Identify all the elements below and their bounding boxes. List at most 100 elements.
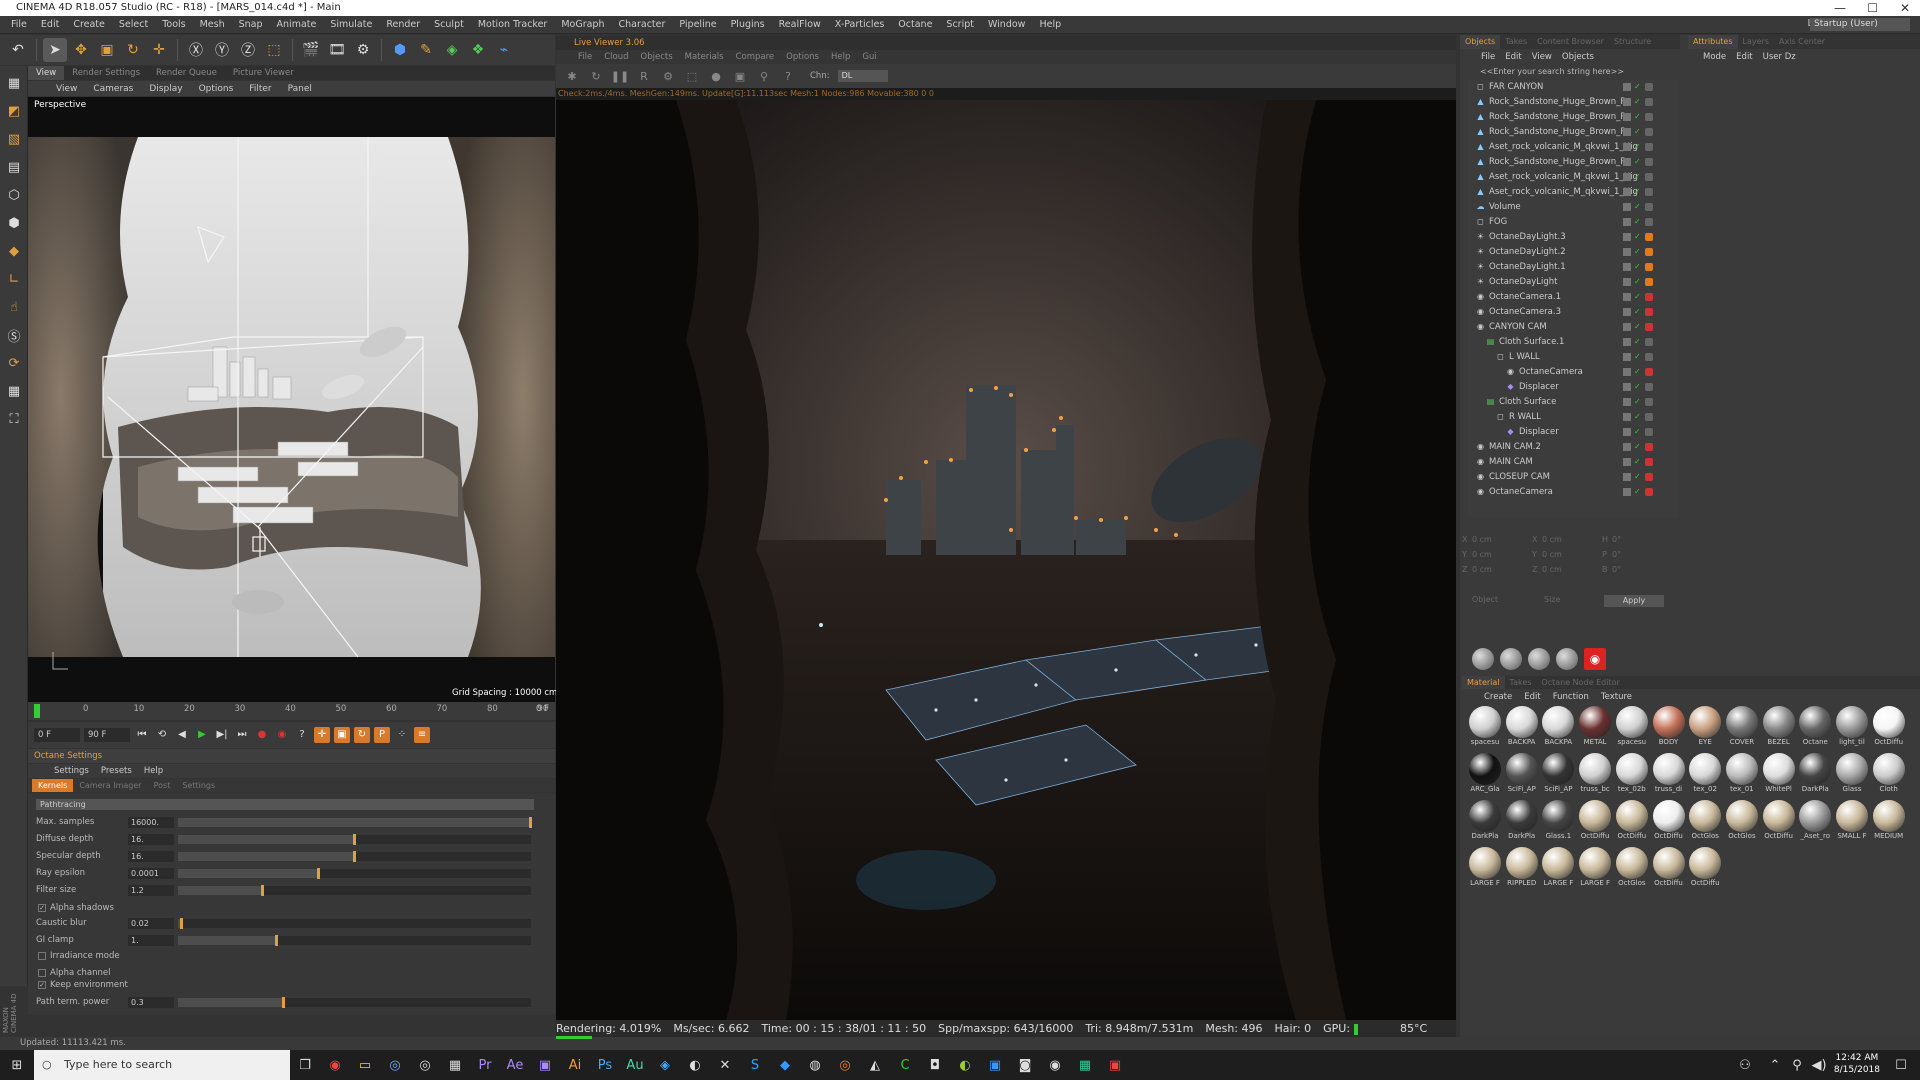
visibility-dot-icon[interactable] xyxy=(1623,98,1631,106)
app-icon[interactable]: ◆ xyxy=(770,1050,800,1080)
material-sphere-icon[interactable]: ● xyxy=(706,66,726,86)
octane-tab-kernels[interactable]: Kernels xyxy=(32,779,74,792)
select-arrow-icon[interactable]: ➤ xyxy=(43,38,67,62)
material-swatch[interactable]: METAL xyxy=(1578,706,1612,752)
workplane-icon[interactable]: ▤ xyxy=(3,156,25,178)
tag-icon[interactable] xyxy=(1645,128,1653,136)
visibility-dot-icon[interactable] xyxy=(1623,383,1631,391)
param-slider[interactable] xyxy=(178,816,532,828)
x-axis-icon[interactable]: Ⓧ xyxy=(184,38,208,62)
material-swatch[interactable]: BACKPA xyxy=(1505,706,1539,752)
material-preview-icon[interactable] xyxy=(1528,648,1550,670)
snap-icon[interactable]: Ⓢ xyxy=(3,324,25,346)
object-menu-file[interactable]: File xyxy=(1476,50,1500,64)
visibility-dot-icon[interactable] xyxy=(1623,413,1631,421)
apply-button[interactable]: Apply xyxy=(1604,595,1664,607)
y-axis-icon[interactable]: Ⓨ xyxy=(210,38,234,62)
material-menu-texture[interactable]: Texture xyxy=(1595,690,1638,704)
viewport-menu-cameras[interactable]: Cameras xyxy=(85,84,141,94)
object-row[interactable]: ☀ OctaneDayLight ✓ xyxy=(1468,275,1678,290)
enable-check-icon[interactable]: ✓ xyxy=(1634,323,1642,331)
checkbox-irradiance-mode[interactable]: Irradiance mode xyxy=(38,951,120,961)
coordinate-field[interactable]: 0 cm xyxy=(1542,535,1562,544)
app-icon[interactable]: ◎ xyxy=(830,1050,860,1080)
material-swatch[interactable]: ARC_Gla xyxy=(1468,753,1502,799)
coordinate-system-icon[interactable]: ⬚ xyxy=(262,38,286,62)
render-view-icon[interactable]: 🎬 xyxy=(299,38,323,62)
menu-item-window[interactable]: Window xyxy=(981,19,1032,30)
texture-mode-icon[interactable]: ▧ xyxy=(3,128,25,150)
material-swatch[interactable]: spacesu xyxy=(1468,706,1502,752)
undo-icon[interactable]: ↶ xyxy=(6,38,30,62)
help-icon[interactable]: ? xyxy=(778,66,798,86)
menu-item-character[interactable]: Character xyxy=(611,19,672,30)
visibility-dot-icon[interactable] xyxy=(1623,443,1631,451)
menu-item-pipeline[interactable]: Pipeline xyxy=(672,19,723,30)
enable-check-icon[interactable]: ✓ xyxy=(1634,473,1642,481)
play-icon[interactable]: ▶ xyxy=(194,727,210,743)
material-swatch[interactable]: OctDiffu xyxy=(1762,800,1796,846)
param-slider[interactable] xyxy=(178,917,531,929)
slider-handle[interactable] xyxy=(529,816,532,828)
app-icon[interactable]: ◘ xyxy=(920,1050,950,1080)
cinema4d-alt-icon[interactable]: ◎ xyxy=(410,1050,440,1080)
x-particles-icon[interactable]: ✕ xyxy=(710,1050,740,1080)
visibility-dot-icon[interactable] xyxy=(1623,323,1631,331)
material-swatch[interactable]: tex_01 xyxy=(1725,753,1759,799)
app-icon[interactable]: ◍ xyxy=(800,1050,830,1080)
slider-handle[interactable] xyxy=(352,850,356,862)
settings-icon[interactable]: ✱ xyxy=(562,66,582,86)
object-row[interactable]: ☁ Volume ✓ xyxy=(1468,200,1678,215)
tab-picture-viewer[interactable]: Picture Viewer xyxy=(225,66,302,80)
scale-icon[interactable]: ▣ xyxy=(95,38,119,62)
coordinate-field[interactable]: 0 cm xyxy=(1542,550,1562,559)
cube-icon[interactable]: ⬢ xyxy=(388,38,412,62)
attributes-menu-user-dz[interactable]: User Dz xyxy=(1758,50,1801,64)
make-editable-icon[interactable]: ▦ xyxy=(3,72,25,94)
tab-material[interactable]: Material xyxy=(1462,676,1505,689)
param-value-field[interactable]: 0.02 xyxy=(128,917,174,929)
param-value-field[interactable]: 16000. xyxy=(128,816,174,828)
timeline-ruler[interactable]: 0 10 20 30 40 50 60 70 80 90 0 F xyxy=(28,702,555,720)
viewport-menu-view[interactable]: View xyxy=(48,84,85,94)
menu-item-animate[interactable]: Animate xyxy=(270,19,324,30)
app-icon[interactable]: ▦ xyxy=(440,1050,470,1080)
windows-start-icon[interactable]: ⊞ xyxy=(2,1050,32,1080)
material-swatch[interactable]: DarkPla xyxy=(1468,800,1502,846)
visibility-dot-icon[interactable] xyxy=(1623,248,1631,256)
lock-icon[interactable]: ⬚ xyxy=(682,66,702,86)
visibility-dot-icon[interactable] xyxy=(1623,488,1631,496)
tag-icon[interactable] xyxy=(1645,353,1653,361)
menu-item-sculpt[interactable]: Sculpt xyxy=(427,19,471,30)
object-row[interactable]: ▲ Rock_Sandstone_Huge_Brown_Ro ✓ xyxy=(1468,95,1678,110)
enable-check-icon[interactable]: ✓ xyxy=(1634,443,1642,451)
timeline-end-field[interactable]: 0 F xyxy=(536,704,549,714)
pla-key-icon[interactable]: ⁘ xyxy=(394,727,410,743)
octane-tab-camera-imager[interactable]: Camera Imager xyxy=(73,779,147,792)
tag-icon[interactable] xyxy=(1645,143,1653,151)
render-picture-viewer-icon[interactable]: 🎞 xyxy=(325,38,349,62)
start-frame-field[interactable]: 0 F xyxy=(34,728,80,742)
checkbox-box[interactable]: ✓ xyxy=(38,903,46,912)
tab-view[interactable]: View xyxy=(28,66,65,80)
tag-icon[interactable] xyxy=(1645,443,1653,451)
material-preview-icon[interactable] xyxy=(1500,648,1522,670)
material-swatch[interactable]: WhitePl xyxy=(1762,753,1796,799)
material-swatch[interactable]: SciFi_AP xyxy=(1541,753,1575,799)
material-swatch[interactable]: Glass xyxy=(1835,753,1869,799)
autokey-icon[interactable]: ◉ xyxy=(274,727,290,743)
tab-takes[interactable]: Takes xyxy=(1500,35,1532,49)
coordinate-field[interactable]: 0° xyxy=(1612,550,1621,559)
object-row[interactable]: ▲ Rock_Sandstone_Huge_Brown_Ro ✓ xyxy=(1468,155,1678,170)
slider-handle[interactable] xyxy=(352,833,356,845)
app-icon[interactable]: ◉ xyxy=(1040,1050,1070,1080)
menu-item-script[interactable]: Script xyxy=(939,19,981,30)
visibility-dot-icon[interactable] xyxy=(1623,188,1631,196)
menu-item-plugins[interactable]: Plugins xyxy=(724,19,772,30)
live-viewer-menu-options[interactable]: Options xyxy=(780,50,825,64)
object-row[interactable]: ▲ Rock_Sandstone_Huge_Brown_Ro ✓ xyxy=(1468,110,1678,125)
visibility-dot-icon[interactable] xyxy=(1623,173,1631,181)
checkbox-keep-environment[interactable]: ✓ Keep environment xyxy=(38,980,128,990)
visibility-dot-icon[interactable] xyxy=(1623,128,1631,136)
object-row[interactable]: ◉ MAIN CAM.2 ✓ xyxy=(1468,440,1678,455)
